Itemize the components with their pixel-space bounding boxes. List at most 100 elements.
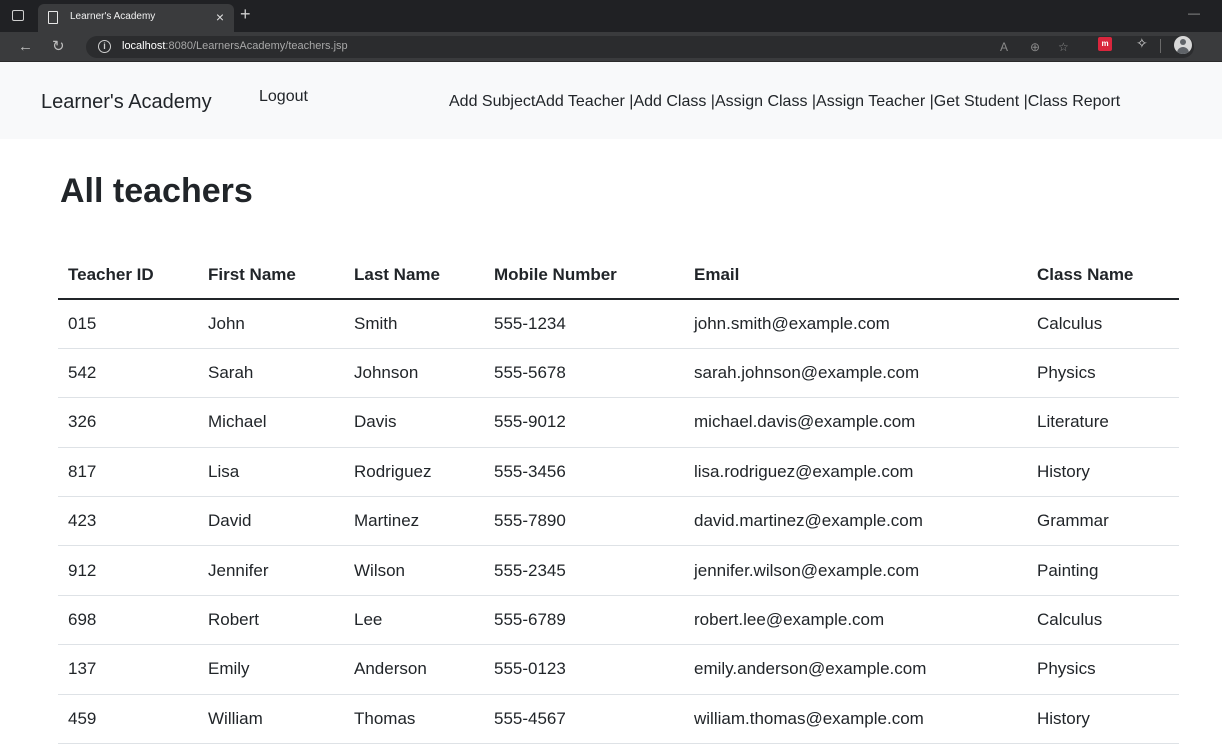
cell-mobile-number: 555-7890 bbox=[484, 496, 684, 547]
cell-first-name: Emily bbox=[198, 644, 344, 695]
close-tab-icon[interactable]: × bbox=[216, 8, 224, 26]
column-header-mobile-number: Mobile Number bbox=[484, 252, 684, 300]
column-header-class-name: Class Name bbox=[1027, 252, 1179, 300]
cell-first-name: Jennifer bbox=[198, 545, 344, 596]
table-row: 698 Robert Lee 555-6789 robert.lee@examp… bbox=[58, 595, 1179, 646]
cell-class-name: Grammar bbox=[1027, 496, 1179, 547]
table-row: 912 Jennifer Wilson 555-2345 jennifer.wi… bbox=[58, 545, 1179, 596]
window-menu-icon[interactable] bbox=[12, 10, 24, 21]
table-row: 817 Lisa Rodriguez 555-3456 lisa.rodrigu… bbox=[58, 447, 1179, 498]
cell-mobile-number: 555-3456 bbox=[484, 447, 684, 498]
table-row: 326 Michael Davis 555-9012 michael.davis… bbox=[58, 397, 1179, 448]
cell-last-name: Davis bbox=[344, 397, 484, 448]
page-title: All teachers bbox=[60, 172, 253, 210]
cell-last-name: Martinez bbox=[344, 496, 484, 547]
table-row: 137 Emily Anderson 555-0123 emily.anders… bbox=[58, 644, 1179, 695]
cell-mobile-number: 555-1234 bbox=[484, 299, 684, 349]
extensions-puzzle-icon[interactable]: ✧ bbox=[1136, 35, 1148, 52]
cell-mobile-number: 555-0123 bbox=[484, 644, 684, 695]
tab-title: Learner's Academy bbox=[70, 11, 156, 22]
minimize-icon[interactable]: — bbox=[1188, 6, 1200, 20]
cell-last-name: Johnson bbox=[344, 348, 484, 399]
table-row: 459 William Thomas 555-4567 william.thom… bbox=[58, 694, 1179, 744]
nav-assign-class[interactable]: Assign Class | bbox=[715, 93, 816, 110]
cell-first-name: Michael bbox=[198, 397, 344, 448]
cell-email: emily.anderson@example.com bbox=[684, 644, 1027, 695]
cell-teacher-id: 137 bbox=[58, 644, 198, 695]
cell-class-name: Physics bbox=[1027, 348, 1179, 399]
table-row: 015 John Smith 555-1234 john.smith@examp… bbox=[58, 299, 1179, 349]
favorites-icon[interactable]: ☆ bbox=[1058, 39, 1069, 55]
cell-last-name: Anderson bbox=[344, 644, 484, 695]
cell-mobile-number: 555-5678 bbox=[484, 348, 684, 399]
cell-last-name: Lee bbox=[344, 595, 484, 646]
brand-link[interactable]: Learner's Academy bbox=[41, 91, 212, 114]
nav-add-subject[interactable]: Add Subject bbox=[449, 93, 535, 110]
new-tab-icon[interactable]: + bbox=[240, 4, 251, 24]
cell-teacher-id: 015 bbox=[58, 299, 198, 349]
extension-icon[interactable]: m bbox=[1098, 37, 1112, 51]
cell-email: william.thomas@example.com bbox=[684, 694, 1027, 744]
column-header-last-name: Last Name bbox=[344, 252, 484, 300]
cell-teacher-id: 698 bbox=[58, 595, 198, 646]
cell-mobile-number: 555-2345 bbox=[484, 545, 684, 596]
cell-email: david.martinez@example.com bbox=[684, 496, 1027, 547]
cell-teacher-id: 423 bbox=[58, 496, 198, 547]
logout-link[interactable]: Logout bbox=[259, 88, 308, 106]
profile-avatar-icon[interactable] bbox=[1174, 36, 1192, 54]
cell-class-name: Painting bbox=[1027, 545, 1179, 596]
nav-get-student[interactable]: Get Student | bbox=[934, 93, 1028, 110]
cell-first-name: Lisa bbox=[198, 447, 344, 498]
browser-tab[interactable]: Learner's Academy × bbox=[38, 4, 234, 32]
cell-class-name: Calculus bbox=[1027, 299, 1179, 349]
cell-email: john.smith@example.com bbox=[684, 299, 1027, 349]
cell-email: robert.lee@example.com bbox=[684, 595, 1027, 646]
address-bar[interactable]: i localhost:8080/LearnersAcademy/teacher… bbox=[86, 36, 1194, 58]
cell-teacher-id: 326 bbox=[58, 397, 198, 448]
cell-email: jennifer.wilson@example.com bbox=[684, 545, 1027, 596]
toolbar-separator bbox=[1160, 39, 1161, 53]
reload-icon[interactable]: ↻ bbox=[52, 37, 65, 57]
cell-mobile-number: 555-4567 bbox=[484, 694, 684, 744]
column-header-email: Email bbox=[684, 252, 1027, 300]
table-header-row: Teacher ID First Name Last Name Mobile N… bbox=[58, 252, 1179, 300]
read-aloud-icon[interactable]: A bbox=[1000, 39, 1008, 55]
cell-first-name: William bbox=[198, 694, 344, 744]
cell-class-name: Calculus bbox=[1027, 595, 1179, 646]
browser-toolbar: ← ↻ i localhost:8080/LearnersAcademy/tea… bbox=[0, 32, 1222, 62]
nav-add-teacher[interactable]: Add Teacher | bbox=[535, 93, 633, 110]
cell-mobile-number: 555-6789 bbox=[484, 595, 684, 646]
url-text[interactable]: localhost:8080/LearnersAcademy/teachers.… bbox=[122, 40, 348, 52]
cell-last-name: Rodriguez bbox=[344, 447, 484, 498]
site-navbar: Learner's Academy Logout Add SubjectAdd … bbox=[0, 62, 1222, 139]
cell-mobile-number: 555-9012 bbox=[484, 397, 684, 448]
cell-first-name: John bbox=[198, 299, 344, 349]
cell-teacher-id: 817 bbox=[58, 447, 198, 498]
column-header-first-name: First Name bbox=[198, 252, 344, 300]
document-icon bbox=[48, 11, 58, 24]
table-row: 542 Sarah Johnson 555-5678 sarah.johnson… bbox=[58, 348, 1179, 399]
cell-email: sarah.johnson@example.com bbox=[684, 348, 1027, 399]
teachers-table: Teacher ID First Name Last Name Mobile N… bbox=[58, 252, 1179, 744]
cell-class-name: History bbox=[1027, 694, 1179, 744]
cell-last-name: Wilson bbox=[344, 545, 484, 596]
cell-last-name: Thomas bbox=[344, 694, 484, 744]
cell-teacher-id: 542 bbox=[58, 348, 198, 399]
browser-tabstrip: Learner's Academy × + — bbox=[0, 0, 1222, 32]
nav-class-report[interactable]: Class Report bbox=[1028, 93, 1120, 110]
cell-teacher-id: 459 bbox=[58, 694, 198, 744]
cell-email: lisa.rodriguez@example.com bbox=[684, 447, 1027, 498]
table-row: 423 David Martinez 555-7890 david.martin… bbox=[58, 496, 1179, 547]
cell-first-name: Robert bbox=[198, 595, 344, 646]
cell-last-name: Smith bbox=[344, 299, 484, 349]
zoom-icon[interactable]: ⊕ bbox=[1030, 39, 1040, 55]
site-info-icon[interactable]: i bbox=[98, 40, 111, 53]
nav-links: Add SubjectAdd Teacher |Add Class |Assig… bbox=[449, 93, 1120, 111]
nav-assign-teacher[interactable]: Assign Teacher | bbox=[816, 93, 934, 110]
cell-class-name: History bbox=[1027, 447, 1179, 498]
back-icon[interactable]: ← bbox=[18, 37, 33, 57]
table-body: 015 John Smith 555-1234 john.smith@examp… bbox=[58, 299, 1179, 744]
cell-email: michael.davis@example.com bbox=[684, 397, 1027, 448]
cell-first-name: David bbox=[198, 496, 344, 547]
nav-add-class[interactable]: Add Class | bbox=[633, 93, 715, 110]
